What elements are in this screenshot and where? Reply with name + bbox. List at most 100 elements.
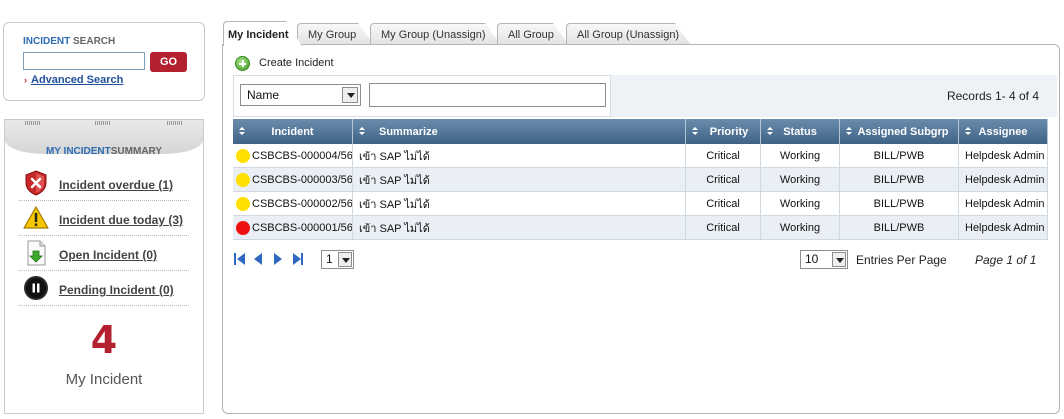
cell-assignee: Helpdesk Admin <box>959 216 1048 239</box>
prev-page-button[interactable] <box>254 253 266 265</box>
warning-icon <box>23 206 49 229</box>
summary-item-pending[interactable]: Pending Incident (0) <box>19 272 189 306</box>
entries-per-page-label: Entries Per Page <box>856 253 947 267</box>
first-page-icon <box>234 253 236 265</box>
column-header-assignee[interactable]: Assignee <box>959 119 1048 144</box>
status-dot-icon <box>236 148 250 163</box>
cell-status: Working <box>761 192 840 215</box>
cell-assigned-subgrp: BILL/PWB <box>840 168 959 191</box>
cell-assignee: Helpdesk Admin <box>959 144 1048 167</box>
bullet-icon: › <box>24 75 27 85</box>
tab-my-group-unassign[interactable]: My Group (Unassign) <box>370 23 501 45</box>
table-body: CSBCBS-000004/56 เข้า SAP ไม่ได้ Critical W… <box>233 144 1048 240</box>
column-header-incident[interactable]: Incident <box>233 119 353 144</box>
table-row[interactable]: CSBCBS-000001/56 เข้า SAP ไม่ได้ Critical W… <box>233 216 1048 240</box>
pager: 1 10 Entries Per Page Page 1 of 1 <box>233 247 1057 273</box>
grip-icon <box>25 121 41 125</box>
first-page-button[interactable] <box>234 253 246 265</box>
sort-icon <box>965 127 971 136</box>
table-row[interactable]: CSBCBS-000004/56 เข้า SAP ไม่ได้ Critical W… <box>233 144 1048 168</box>
cell-priority: Critical <box>686 192 761 215</box>
next-page-icon <box>274 253 282 265</box>
prev-page-icon <box>254 253 262 265</box>
column-header-assigned-subgrp[interactable]: Assigned Subgrp <box>840 119 959 144</box>
my-incident-count-label: My Incident <box>65 371 143 388</box>
last-page-icon <box>293 253 301 265</box>
incident-search-input[interactable] <box>23 52 145 70</box>
grip-icon <box>95 121 111 125</box>
tab-all-group-unassign[interactable]: All Group (Unassign) <box>566 23 691 45</box>
cell-summarize: เข้า SAP ไม่ได้ <box>353 144 686 167</box>
records-count: Records 1- 4 of 4 <box>946 89 1039 103</box>
column-header-status[interactable]: Status <box>761 119 840 144</box>
incident-list-panel: Create Incident Name Records 1- 4 of 4 I… <box>222 44 1060 414</box>
summary-item-overdue[interactable]: Incident overdue (1) <box>19 167 189 201</box>
shield-error-icon <box>25 170 47 196</box>
cell-summarize: เข้า SAP ไม่ได้ <box>353 168 686 191</box>
cell-status: Working <box>761 168 840 191</box>
column-header-summarize[interactable]: Summarize <box>353 119 686 144</box>
page-select[interactable]: 1 <box>321 250 354 269</box>
filter-controls: Name <box>233 75 611 117</box>
summary-item-label: Incident overdue (1) <box>59 178 174 192</box>
tab-my-incident[interactable]: My Incident <box>223 21 302 46</box>
chevron-down-icon <box>832 252 846 267</box>
incident-search-panel: INCIDENT SEARCH GO › Advanced Search <box>3 22 205 101</box>
cell-summarize: เข้า SAP ไม่ได้ <box>353 192 686 215</box>
filter-bar: Name Records 1- 4 of 4 <box>233 75 1057 117</box>
sort-icon <box>359 127 365 136</box>
filter-value-input[interactable] <box>369 83 606 107</box>
cell-priority: Critical <box>686 216 761 239</box>
chevron-down-icon <box>338 252 352 267</box>
sort-icon <box>239 127 245 136</box>
summary-title: MY INCIDENTSUMMARY <box>45 146 163 157</box>
cell-assigned-subgrp: BILL/PWB <box>840 216 959 239</box>
summary-item-label: Incident due today (3) <box>59 213 184 227</box>
search-title: INCIDENT SEARCH <box>23 36 116 47</box>
cell-incident[interactable]: CSBCBS-000001/56 <box>233 216 353 239</box>
cell-status: Working <box>761 144 840 167</box>
next-page-button[interactable] <box>274 253 286 265</box>
my-incident-summary-panel: MY INCIDENTSUMMARY Incident overdue (1) … <box>4 119 204 414</box>
page-indicator: Page 1 of 1 <box>975 253 1037 267</box>
table-row[interactable]: CSBCBS-000003/56 เข้า SAP ไม่ได้ Critical W… <box>233 168 1048 192</box>
cell-priority: Critical <box>686 144 761 167</box>
sort-icon <box>692 127 698 136</box>
cell-status: Working <box>761 216 840 239</box>
cell-priority: Critical <box>686 168 761 191</box>
status-dot-icon <box>236 172 250 187</box>
cell-assigned-subgrp: BILL/PWB <box>840 192 959 215</box>
summary-item-open[interactable]: Open Incident (0) <box>19 237 189 271</box>
tab-my-group[interactable]: My Group <box>297 23 374 45</box>
cell-incident[interactable]: CSBCBS-000004/56 <box>233 144 353 167</box>
table-row[interactable]: CSBCBS-000002/56 เข้า SAP ไม่ได้ Critical W… <box>233 192 1048 216</box>
summary-item-due-today[interactable]: Incident due today (3) <box>19 202 189 236</box>
table-header: Incident Summarize Priority Status Assig… <box>233 119 1048 144</box>
column-header-priority[interactable]: Priority <box>686 119 761 144</box>
entries-per-page-select[interactable]: 10 <box>800 250 848 269</box>
pause-icon <box>24 276 48 300</box>
add-icon <box>235 56 250 71</box>
my-incident-count: 4 <box>90 318 118 362</box>
chevron-down-icon <box>342 87 358 103</box>
download-document-icon <box>27 240 46 266</box>
summary-item-label: Pending Incident (0) <box>59 283 174 297</box>
cell-incident[interactable]: CSBCBS-000003/56 <box>233 168 353 191</box>
filter-field-select[interactable]: Name <box>240 84 361 106</box>
cell-summarize: เข้า SAP ไม่ได้ <box>353 216 686 239</box>
last-page-button[interactable] <box>293 253 305 265</box>
go-button[interactable]: GO <box>150 52 187 72</box>
status-dot-icon <box>236 196 250 211</box>
summary-item-label: Open Incident (0) <box>59 248 158 262</box>
grip-icon <box>167 121 183 125</box>
tab-all-group[interactable]: All Group <box>497 23 569 45</box>
cell-assigned-subgrp: BILL/PWB <box>840 144 959 167</box>
status-dot-icon <box>236 220 250 235</box>
cell-assignee: Helpdesk Admin <box>959 192 1048 215</box>
incident-table: Incident Summarize Priority Status Assig… <box>233 119 1048 240</box>
sort-icon <box>767 127 773 136</box>
cell-incident[interactable]: CSBCBS-000002/56 <box>233 192 353 215</box>
sort-icon <box>846 127 852 136</box>
create-incident-label: Create Incident <box>259 57 334 69</box>
advanced-search-link[interactable]: › Advanced Search <box>24 74 123 86</box>
